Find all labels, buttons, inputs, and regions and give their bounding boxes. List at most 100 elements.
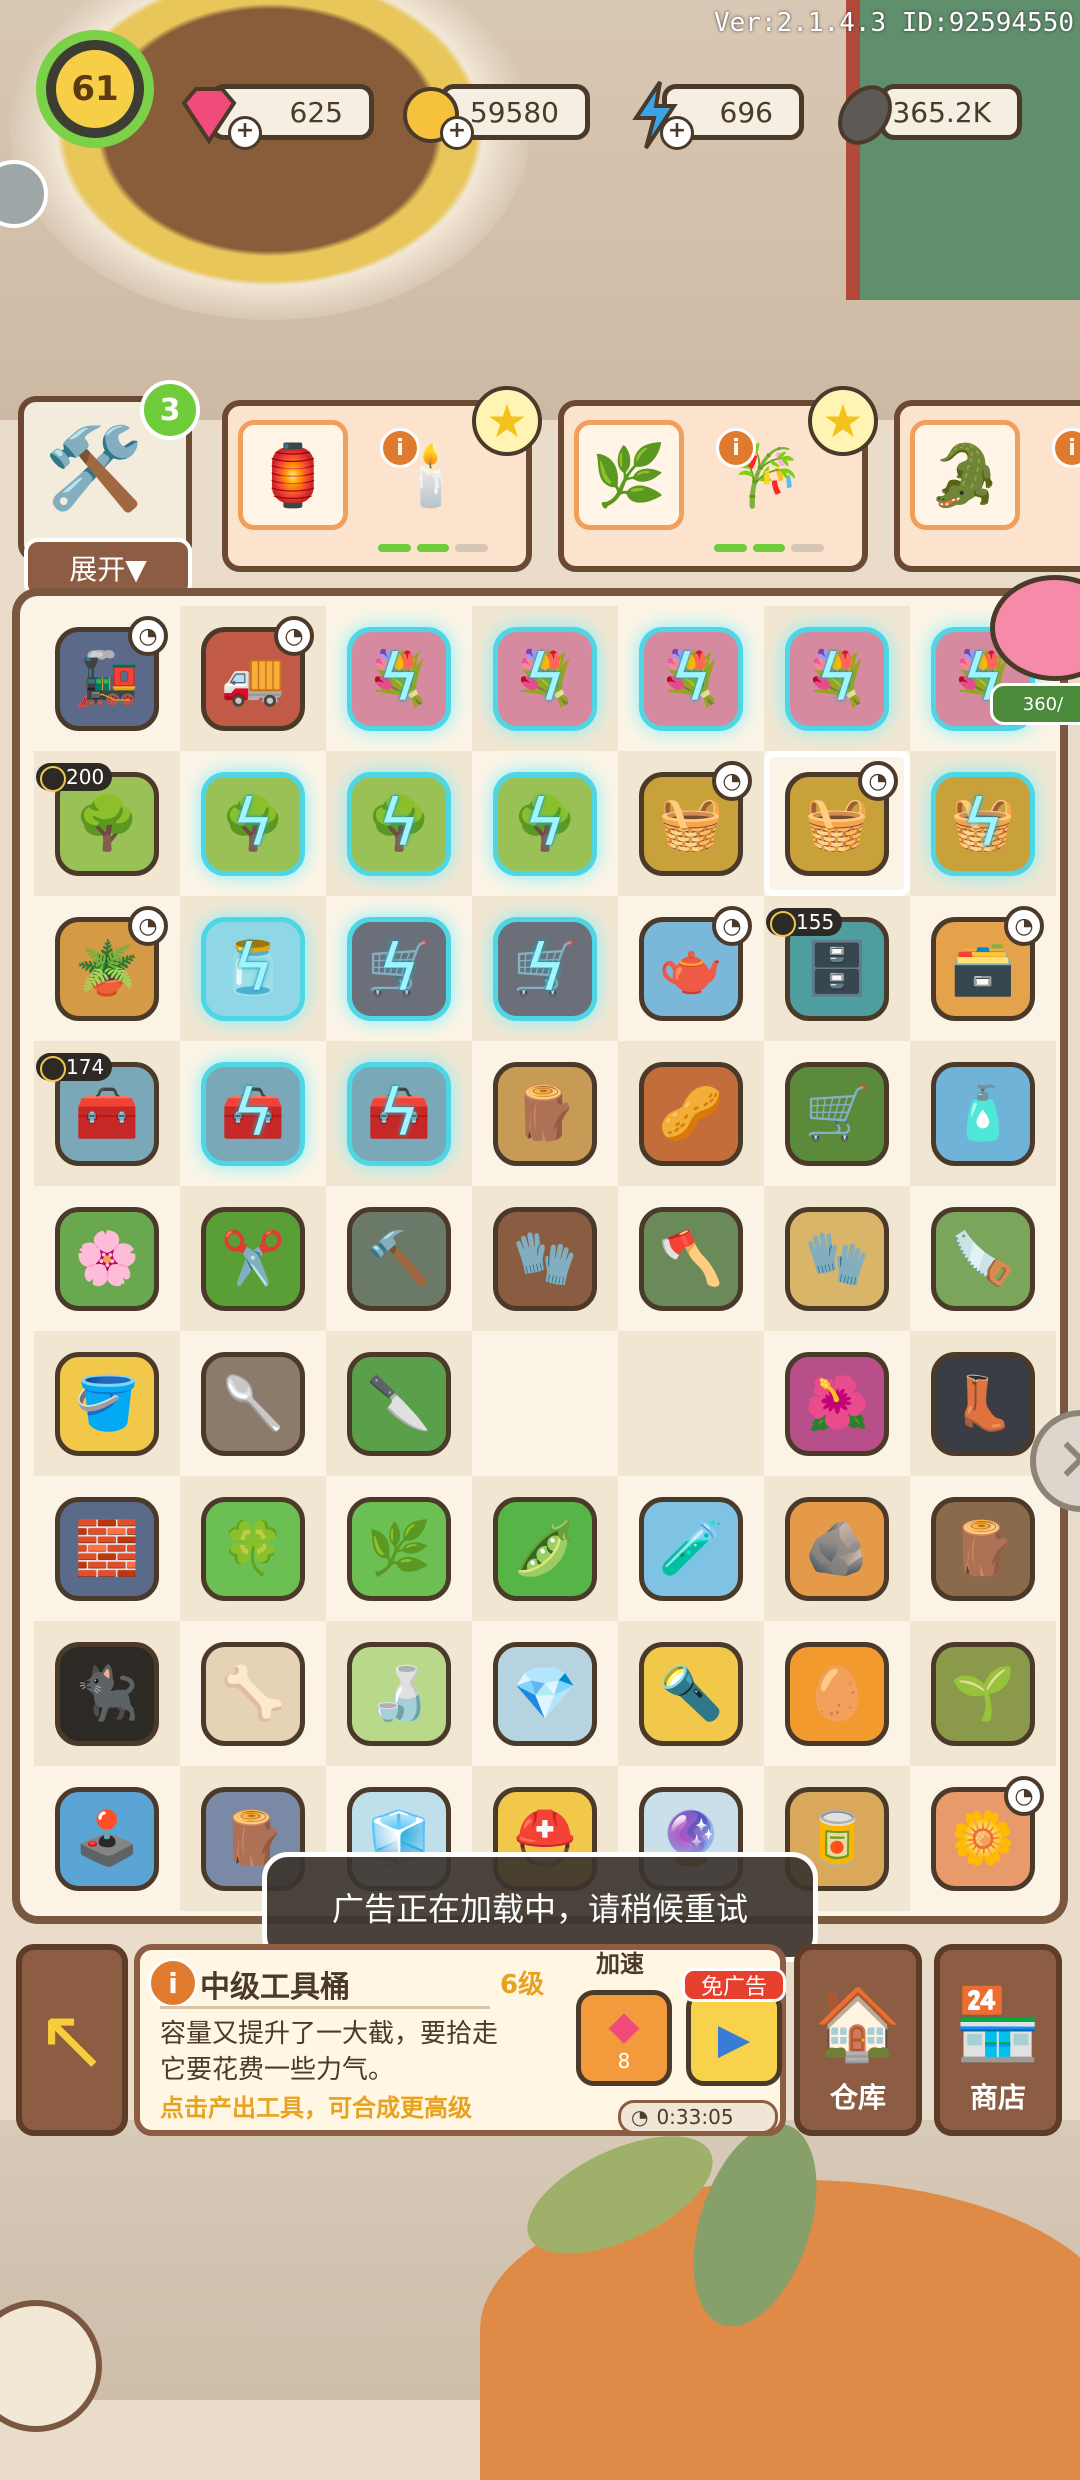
add-gems-button[interactable]: + [228,116,262,150]
info-icon[interactable]: i [716,428,756,468]
board-cell[interactable]: 🧰 ϟ [180,1041,326,1186]
flower-pot-icon: 💐 [347,626,451,731]
board-cell[interactable]: 💎 [472,1621,618,1766]
seeds-icon: 🥜 [639,1061,743,1166]
mine-cart-icon: 🛒 [347,916,451,1021]
board-cell[interactable]: 🐈‍⬛ [34,1621,180,1766]
info-icon[interactable]: i [148,1958,198,2008]
board-cell[interactable]: 🗄️ 155 [764,896,910,1041]
board-cell[interactable]: 🧤 [472,1186,618,1331]
merge-board: 🚂 ◔ 🚚 ◔ 💐 ϟ 💐 ϟ 💐 ϟ 💐 ϟ 💐 ϟ 🌳 200 🌳 ϟ 🌳 ϟ 🌳 ϟ 🧺 ◔ 🧺 ◔ 🧺 ϟ 🪴 ◔ 🫙 ϟ 🛒 ϟ 🛒 ϟ 🫖 ◔… [12,588,1068,1924]
board-cell[interactable]: 🌺 [764,1331,910,1476]
board-cell[interactable]: 🧰 174 [34,1041,180,1186]
item-hint: 点击产出工具，可合成更高级 [160,2094,472,2122]
timer: ◔ 0:33:05 [618,2100,778,2134]
board-cell[interactable]: 🛒 [764,1041,910,1186]
dropper-bottle-icon: 🧪 [639,1496,743,1601]
speed-up-gem-button[interactable]: ◆ 8 [576,1990,672,2086]
info-icon[interactable]: i [380,428,420,468]
add-coins-button[interactable]: + [440,116,474,150]
board-cell[interactable]: 🦴 [180,1621,326,1766]
trowel-icon: 🥄 [201,1351,305,1456]
warehouse-button[interactable]: 🏠 仓库 [794,1944,922,2136]
board-cell[interactable]: 🔨 [326,1186,472,1331]
board-cell[interactable]: 🪵 [472,1041,618,1186]
item-info-panel: i 中级工具桶 6级 容量又提升了一大截，要拾走它要花费一些力气。 点击产出工具… [134,1944,786,2136]
sandbags-icon: 🪵 [493,1061,597,1166]
board-cell[interactable]: 🌳 ϟ [326,751,472,896]
board-cell[interactable]: 💐 ϟ [326,606,472,751]
add-energy-button[interactable]: + [660,116,694,150]
board-cell[interactable]: 🌸 [34,1186,180,1331]
board-cell[interactable]: 🌳 200 [34,751,180,896]
board-cell[interactable]: 🥜 [618,1041,764,1186]
amber-egg-icon: 🥚 [785,1641,889,1746]
board-cell[interactable]: 🫙 ϟ [180,896,326,1041]
board-cell[interactable]: 🔪 [326,1331,472,1476]
board-cell[interactable]: 🧺 ◔ [618,751,764,896]
board-cell[interactable]: 🚚 ◔ [180,606,326,751]
cat-reward-badge: 155 [766,908,843,937]
board-cell[interactable]: 💐 ϟ [472,606,618,751]
board-cell[interactable]: 🧪 [618,1476,764,1621]
board-cell[interactable]: 🔦 [618,1621,764,1766]
board-cell[interactable]: 💐 ϟ [618,606,764,751]
order-card[interactable]: 🏮 🕯️ i ★ [222,386,542,572]
order-count-badge: 3 [140,380,200,440]
board-cell[interactable]: 🗃️ ◔ [910,896,1056,1041]
star-icon: ★ [808,386,878,456]
board-cell[interactable]: 🍀 [180,1476,326,1621]
board-cell[interactable]: 🧺 ◔ [764,751,910,896]
board-cell[interactable]: 🌳 ϟ [180,751,326,896]
board-cell[interactable]: 🧴 [910,1041,1056,1186]
toolbox-icon: 🧰 [347,1061,451,1166]
board-cell[interactable]: 🥄 [180,1331,326,1476]
spray-bottle-icon: 🧴 [931,1061,1035,1166]
black-cat-icon: 🐈‍⬛ [55,1641,159,1746]
board-cell[interactable]: 🫛 [472,1476,618,1621]
board-cell[interactable]: 🌼 ◔ [910,1766,1056,1911]
board-cell[interactable]: 🛒 ϟ [326,896,472,1041]
order-progress [378,544,489,552]
board-cell[interactable]: 🪓 [618,1186,764,1331]
board-cell[interactable]: 🧤 [764,1186,910,1331]
board-cell[interactable]: 🌿 [326,1476,472,1621]
board-cell[interactable]: 💐 ϟ [764,606,910,751]
board-cell[interactable]: 🌳 ϟ [472,751,618,896]
watch-ad-button[interactable]: ▶ [686,1990,782,2086]
board-cell[interactable]: 🥚 [764,1621,910,1766]
order-card[interactable]: 🐊 i [894,400,1080,572]
board-cell[interactable]: 🚂 ◔ [34,606,180,751]
back-button[interactable]: ↖ [16,1944,128,2136]
board-cell[interactable]: 🍶 [326,1621,472,1766]
board-cell[interactable]: 🪣 [34,1331,180,1476]
board-cell[interactable]: 🪚 [910,1186,1056,1331]
seed-counter[interactable]: 365.2K [880,84,1022,140]
board-cell[interactable]: 🪵 [910,1476,1056,1621]
board-cell[interactable]: 🪨 [764,1476,910,1621]
board-cell[interactable]: 🌱 [910,1621,1056,1766]
board-cell[interactable]: 🧰 ϟ [326,1041,472,1186]
hammer-icon: 🔨 [347,1206,451,1311]
board-cell[interactable]: 🪴 ◔ [34,896,180,1041]
ore-rock-icon: 🪨 [785,1496,889,1601]
empty-cell[interactable] [618,1331,764,1476]
pipes-icon: 🦴 [201,1641,305,1746]
board-cell[interactable]: 🧱 [34,1476,180,1621]
board-cell[interactable]: 🫖 ◔ [618,896,764,1041]
crocodile-planter-item-icon: 🐊 [910,420,1020,530]
board-cell[interactable]: 🧺 ϟ [910,751,1056,896]
clock-icon: ◔ [1004,1776,1044,1816]
board-cell[interactable]: 🕹️ [34,1766,180,1911]
board-cell[interactable]: ✂️ [180,1186,326,1331]
info-icon[interactable]: i [1052,428,1080,468]
empty-cell[interactable] [472,1331,618,1476]
order-bar: 🛠️ 3 展开▼ 🏮 🕯️ i ★ 🌿 🎋 i ★ 🐊 i [0,380,1080,600]
player-level-badge[interactable]: 61 [36,30,154,148]
root-icon: 🪵 [931,1496,1035,1601]
order-card[interactable]: 🌿 🎋 i ★ [558,386,878,572]
board-cell[interactable]: 🛒 ϟ [472,896,618,1041]
piggy-bank-widget[interactable]: 360/ [990,575,1080,725]
pea-pods-icon: 🫛 [493,1496,597,1601]
shop-button[interactable]: 🏪 商店 [934,1944,1062,2136]
